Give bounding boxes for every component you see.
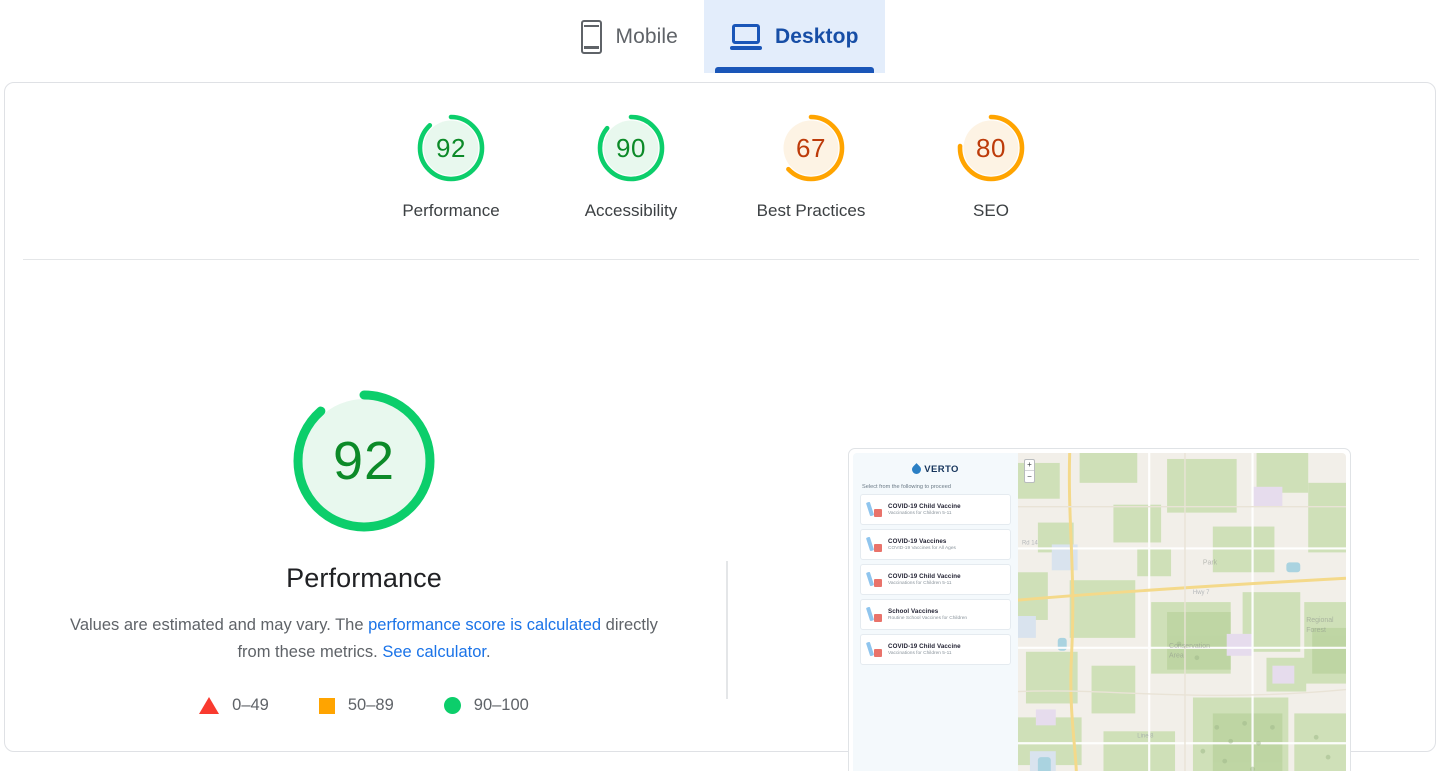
screenshot-map: Park Conservation Area Regional Forest R… — [1018, 453, 1346, 771]
svg-text:Park: Park — [1203, 559, 1218, 566]
vaccine-item-subtitle: Routine School Vaccines for Children — [888, 616, 968, 622]
vaccine-list-item: School Vaccines Routine School Vaccines f… — [860, 599, 1011, 630]
report-card: 92 Performance 90 Accessibility 67 Best Pract… — [4, 82, 1437, 771]
vaccine-item-subtitle: Vaccinations for Children 5-11 — [888, 651, 952, 657]
vaccine-item-title: COVID-19 Vaccines — [888, 537, 947, 545]
vaccine-item-text: COVID-19 Vaccines COVID-19 Vaccines for A… — [888, 538, 956, 552]
vaccine-item-title: COVID-19 Child Vaccine — [888, 642, 961, 650]
see-calculator-link[interactable]: See calculator — [382, 643, 486, 661]
screenshot-canvas: VERTO Select from the following to proce… — [853, 453, 1346, 771]
panel-divider — [726, 561, 728, 699]
gauge: 92 — [415, 112, 487, 184]
score-gauge-best-practices[interactable]: 67 Best Practices — [721, 83, 901, 221]
tab-desktop-label: Desktop — [774, 24, 859, 48]
verto-logo: VERTO — [853, 463, 1018, 476]
performance-title: Performance — [286, 563, 442, 593]
gauge-label: Accessibility — [584, 201, 678, 220]
gauge-value: 92 — [436, 132, 466, 163]
performance-score-link[interactable]: performance score is calculated — [368, 616, 601, 634]
gauge-value: 67 — [796, 132, 826, 163]
water-drop-icon — [910, 463, 924, 476]
gauge: 67 — [775, 112, 847, 184]
map-zoom-in-button[interactable]: + — [1025, 460, 1034, 471]
vaccine-item-text: COVID-19 Child Vaccine Vaccinations for C… — [888, 573, 961, 587]
vaccine-item-text: COVID-19 Child Vaccine Vaccinations for C… — [888, 503, 961, 517]
legend-swatch-triangle-icon — [199, 697, 220, 715]
desc-text-1: Values are estimated and may vary. The — [70, 616, 369, 634]
map-zoom-controls[interactable]: + − — [1024, 459, 1035, 483]
vaccine-item-title: COVID-19 Child Vaccine — [888, 502, 961, 510]
legend-swatch-square-icon — [318, 697, 335, 714]
map-tiles: Park Conservation Area Regional Forest R… — [1018, 453, 1346, 771]
score-gauge-seo[interactable]: 80 SEO — [901, 83, 1081, 221]
page-screenshot-thumbnail[interactable]: VERTO Select from the following to proce… — [848, 448, 1351, 771]
svg-text:Forest: Forest — [1306, 627, 1326, 634]
vaccine-item-subtitle: COVID-19 Vaccines for All Ages — [888, 546, 956, 552]
legend-range: 50–89 — [347, 696, 394, 715]
gauge: 80 — [955, 112, 1027, 184]
score-gauges: 92 Performance 90 Accessibility 67 Best Pract… — [5, 83, 1437, 259]
tab-list: Mobile Desktop — [0, 0, 1440, 73]
vaccine-item-subtitle: Vaccinations for Children 5-11 — [888, 581, 952, 587]
svg-text:Line 8: Line 8 — [1137, 733, 1154, 739]
report-body: 92 Performance Values are estimated and … — [5, 260, 1437, 771]
score-legend: 0–49 50–89 90–100 — [199, 696, 529, 715]
legend-item-square: 50–89 — [318, 696, 394, 715]
vaccine-syringe-icon — [865, 606, 883, 623]
vaccine-item-subtitle: Vaccinations for Children 5-11 — [888, 511, 952, 517]
svg-text:Regional: Regional — [1306, 617, 1334, 624]
svg-text:Rd 14: Rd 14 — [1022, 540, 1039, 546]
desc-text-3: . — [485, 642, 491, 661]
vaccine-item-title: School Vaccines — [888, 607, 939, 615]
svg-text:Conservation: Conservation — [1169, 643, 1210, 650]
tab-mobile-label: Mobile — [615, 24, 678, 48]
vaccine-item-title: COVID-19 Child Vaccine — [888, 572, 961, 580]
gauge-label: SEO — [973, 201, 1009, 220]
legend-range: 90–100 — [473, 696, 529, 715]
vaccine-list-item: COVID-19 Child Vaccine Vaccinations for C… — [860, 494, 1011, 525]
vaccine-syringe-icon — [865, 571, 883, 588]
legend-item-triangle: 0–49 — [199, 696, 269, 715]
screenshot-sidebar: VERTO Select from the following to proce… — [853, 453, 1018, 771]
vaccine-item-text: COVID-19 Child Vaccine Vaccinations for C… — [888, 643, 961, 657]
score-gauge-accessibility[interactable]: 90 Accessibility — [541, 83, 721, 221]
gauge: 90 — [595, 112, 667, 184]
vaccine-list-item: COVID-19 Child Vaccine Vaccinations for C… — [860, 634, 1011, 665]
tab-mobile[interactable]: Mobile — [555, 0, 703, 73]
vaccine-syringe-icon — [865, 641, 883, 658]
svg-text:Area: Area — [1169, 653, 1184, 660]
performance-description: Values are estimated and may vary. The p… — [64, 612, 664, 665]
performance-gauge: 92 — [288, 385, 440, 537]
performance-panel: 92 Performance Values are estimated and … — [5, 260, 723, 752]
gauge-label: Performance — [402, 201, 500, 220]
phone-icon — [581, 19, 603, 54]
svg-text:Hwy 7: Hwy 7 — [1193, 590, 1210, 596]
gauge-label: Best Practices — [756, 201, 866, 220]
legend-item-circle: 90–100 — [443, 696, 529, 715]
map-zoom-out-button[interactable]: − — [1025, 471, 1034, 482]
form-factor-tabbar: Mobile Desktop — [0, 0, 1440, 73]
vaccine-item-text: School Vaccines Routine School Vaccines f… — [888, 608, 967, 622]
score-gauge-performance[interactable]: 92 Performance — [361, 83, 541, 221]
vaccine-list-item: COVID-19 Child Vaccine Vaccinations for C… — [860, 564, 1011, 595]
vaccine-syringe-icon — [865, 501, 883, 518]
pagespeed-report: Mobile Desktop 92 Performance 90 Accessibil… — [0, 0, 1440, 771]
tab-desktop[interactable]: Desktop — [703, 0, 885, 73]
tab-active-indicator — [714, 67, 874, 73]
vaccine-list-item: COVID-19 Vaccines COVID-19 Vaccines for A… — [860, 529, 1011, 560]
legend-range: 0–49 — [232, 696, 269, 715]
performance-score-value: 92 — [332, 431, 396, 491]
legend-swatch-circle-icon — [443, 697, 461, 715]
laptop-icon — [729, 23, 762, 50]
brand-name: VERTO — [924, 464, 959, 475]
vaccine-list: COVID-19 Child Vaccine Vaccinations for C… — [853, 494, 1018, 665]
gauge-value: 80 — [976, 132, 1006, 163]
gauge-value: 90 — [616, 132, 646, 163]
screenshot-subtitle: Select from the following to proceed — [862, 484, 951, 490]
vaccine-syringe-icon — [865, 536, 883, 553]
